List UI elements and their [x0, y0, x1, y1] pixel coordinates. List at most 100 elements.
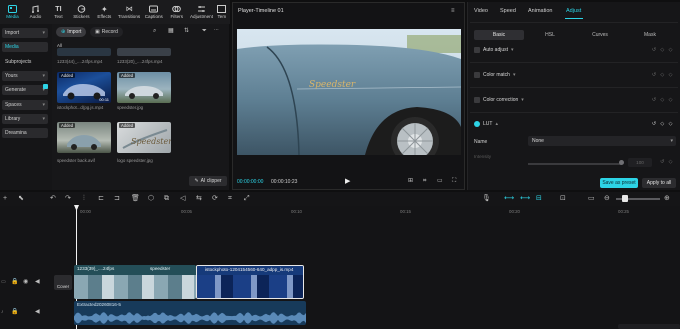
- mute-icon[interactable]: ◀: [35, 279, 40, 285]
- section-lut[interactable]: LUT ▴: [474, 121, 498, 127]
- subtab-mask[interactable]: Mask: [626, 30, 674, 40]
- crop-icon[interactable]: ⌗: [228, 195, 232, 202]
- mask-icon[interactable]: ⬡: [148, 195, 154, 202]
- fullscreen-icon[interactable]: ⛶: [452, 178, 456, 184]
- menu-icon[interactable]: ≡: [451, 8, 455, 14]
- checkbox[interactable]: [474, 97, 480, 103]
- add-icon[interactable]: +: [3, 195, 7, 202]
- toolbar-transitions[interactable]: ⋈ Transitions: [117, 5, 141, 19]
- split-icon[interactable]: ⫶: [83, 195, 85, 202]
- microphone-icon[interactable]: 🎙: [482, 195, 491, 202]
- mirror-icon[interactable]: ⇆: [196, 195, 202, 202]
- filter-icon[interactable]: ⏷: [202, 28, 207, 34]
- cover-button[interactable]: Cover: [54, 275, 72, 290]
- magnet-icon[interactable]: ⟷: [520, 195, 530, 202]
- save-as-preset-button[interactable]: Save as preset: [600, 178, 638, 188]
- clip-1[interactable]: 1233(39)_....24fps speedster: [74, 265, 196, 299]
- tab-video[interactable]: Video: [474, 8, 488, 14]
- subtab-curves[interactable]: Curves: [576, 30, 624, 40]
- delete-icon[interactable]: 🗑: [131, 195, 140, 202]
- timeline-scrollbar[interactable]: [618, 324, 680, 329]
- tab-speed[interactable]: Speed: [500, 8, 516, 14]
- keyframe-controls[interactable]: ↺ ◇ ◇: [652, 72, 674, 78]
- section-auto-adjust[interactable]: Auto adjust ▾: [474, 47, 514, 53]
- sort-icon[interactable]: ⇅: [184, 28, 189, 34]
- keyframe-controls[interactable]: ↺ ◇ ◇: [652, 121, 674, 127]
- toolbar-templates[interactable]: Tem: [216, 5, 228, 19]
- audio-clip[interactable]: Extracted20260816-5: [74, 301, 306, 325]
- eye-icon[interactable]: ◉: [23, 279, 28, 285]
- intensity-input[interactable]: 100: [628, 158, 652, 167]
- grid-view-icon[interactable]: ▦: [168, 28, 174, 34]
- toolbar-filters[interactable]: Filters: [166, 5, 187, 19]
- nav-library[interactable]: Library ▾: [2, 114, 48, 124]
- mute-icon[interactable]: ◀: [35, 309, 40, 315]
- video-preview[interactable]: Speedster: [237, 29, 461, 155]
- record-button[interactable]: ▣ Record: [90, 27, 123, 37]
- reverse-icon[interactable]: ◁: [180, 195, 185, 202]
- zoom-slider-thumb[interactable]: [622, 195, 628, 202]
- resize-icon[interactable]: ⤢: [244, 195, 250, 202]
- section-color-match[interactable]: Color match ▾: [474, 72, 515, 78]
- media-thumb-partial[interactable]: [117, 48, 171, 56]
- toolbar-stickers[interactable]: Stickers: [71, 5, 92, 19]
- media-thumb[interactable]: Speedster Added: [117, 122, 171, 153]
- apply-to-all-button[interactable]: Apply to all: [642, 178, 676, 188]
- tab-animation[interactable]: Animation: [528, 8, 552, 14]
- media-thumb[interactable]: Added: [57, 122, 111, 153]
- toolbar-captions[interactable]: Captions: [143, 5, 164, 19]
- select-tool-icon[interactable]: ⬉: [18, 195, 24, 202]
- nav-generate[interactable]: Generate ▾: [2, 85, 48, 95]
- intensity-slider-track[interactable]: [528, 163, 621, 165]
- subtab-basic[interactable]: Basic: [474, 30, 524, 40]
- import-button[interactable]: ⊕ Import: [56, 27, 87, 37]
- nav-spaces[interactable]: Spaces ▾: [2, 100, 48, 110]
- nav-dreamina[interactable]: Dreamina: [2, 128, 48, 138]
- lock-icon[interactable]: 🔒: [11, 309, 18, 315]
- keyframe-controls[interactable]: ↺ ◇ ◇: [652, 97, 674, 103]
- ratio-icon[interactable]: ▭: [437, 178, 443, 184]
- toolbar-audio[interactable]: Audio: [25, 5, 46, 19]
- split-left-icon[interactable]: ⊏: [98, 195, 104, 202]
- nav-yours[interactable]: Yours ▾: [2, 71, 48, 81]
- more-icon[interactable]: ⋯: [214, 28, 219, 33]
- redo-icon[interactable]: ↷: [65, 195, 71, 202]
- intensity-slider-thumb[interactable]: [619, 160, 624, 165]
- tab-adjust[interactable]: Adjust: [566, 8, 581, 14]
- subtab-hsl[interactable]: HSL: [526, 30, 574, 40]
- toggle-on-icon[interactable]: [474, 121, 480, 127]
- toolbar-media[interactable]: Media: [2, 5, 23, 19]
- ripple-icon[interactable]: ⊡: [560, 195, 566, 202]
- undo-icon[interactable]: ↶: [50, 195, 56, 202]
- preview-axis-icon[interactable]: ⊟: [536, 195, 542, 202]
- checkbox[interactable]: [474, 47, 480, 53]
- clip-2-selected[interactable]: istockphoto-1204154560-640_adpp_is.mp4: [196, 265, 304, 299]
- nav-media[interactable]: Media: [2, 42, 48, 52]
- crop-icon[interactable]: ⌗: [423, 178, 426, 184]
- freeze-icon[interactable]: ⧉: [164, 195, 169, 202]
- media-thumb[interactable]: Added: [117, 72, 171, 103]
- toolbar-adjustment[interactable]: Adjustment: [189, 5, 213, 19]
- split-right-icon[interactable]: ⊐: [114, 195, 120, 202]
- checkbox[interactable]: [474, 72, 480, 78]
- keyframe-controls[interactable]: ↺ ◇ ◇: [652, 47, 674, 53]
- toolbar-effects[interactable]: ✦ Effects: [94, 5, 115, 20]
- ai-clipper-button[interactable]: ✎ AI clipper: [189, 176, 227, 186]
- link-icon[interactable]: ⟷: [504, 195, 514, 202]
- caption-track-icon[interactable]: ▭: [588, 195, 595, 202]
- play-icon[interactable]: ▶: [345, 178, 350, 185]
- section-color-correction[interactable]: Color correction ▾: [474, 97, 524, 103]
- zoom-out-icon[interactable]: ⊖: [604, 195, 610, 202]
- nav-import[interactable]: Import ▾: [2, 28, 48, 38]
- nav-subprojects[interactable]: Subprojects: [2, 57, 48, 67]
- keyframe-controls[interactable]: ↺ ◇: [660, 159, 674, 165]
- rotate-icon[interactable]: ⟳: [212, 195, 218, 202]
- search-icon[interactable]: ⌕: [153, 28, 156, 34]
- lut-name-select[interactable]: None ▾: [528, 136, 676, 146]
- lock-icon[interactable]: 🔒: [11, 279, 18, 285]
- zoom-in-icon[interactable]: ⊕: [664, 195, 670, 202]
- fit-icon[interactable]: ⊞: [408, 178, 413, 184]
- media-thumb[interactable]: Added 00:11: [57, 72, 111, 103]
- media-thumb-partial[interactable]: [57, 48, 111, 56]
- toolbar-text[interactable]: TI Text: [48, 5, 69, 20]
